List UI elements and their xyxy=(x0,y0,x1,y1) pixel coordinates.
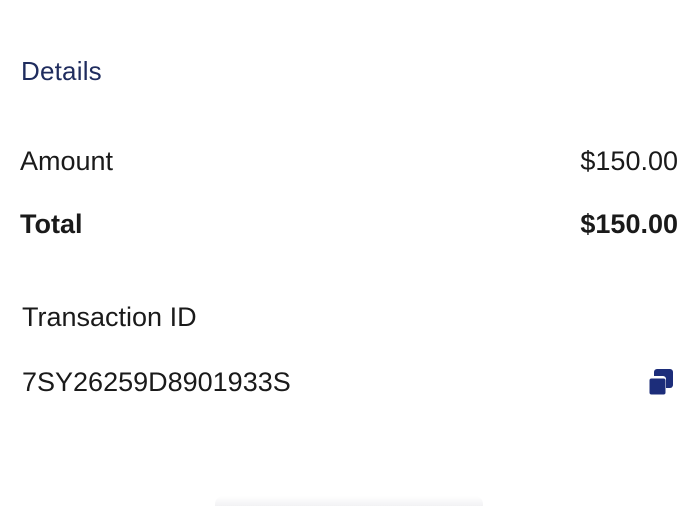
transaction-details-screen: Details Amount $150.00 Total $150.00 Tra… xyxy=(0,0,698,506)
transaction-id-label: Transaction ID xyxy=(22,302,197,332)
copy-button[interactable] xyxy=(643,365,677,399)
amount-value: $150.00 xyxy=(580,146,678,176)
total-value: $150.00 xyxy=(580,209,678,239)
details-heading: Details xyxy=(21,56,102,86)
sheet-edge xyxy=(215,496,483,506)
copy-icon xyxy=(647,369,673,395)
amount-label: Amount xyxy=(20,146,114,176)
transaction-id-value: 7SY26259D8901933S xyxy=(22,367,291,397)
total-row: Total $150.00 xyxy=(20,207,678,241)
amount-row: Amount $150.00 xyxy=(20,144,678,178)
transaction-id-row: 7SY26259D8901933S xyxy=(22,365,677,399)
total-label: Total xyxy=(20,209,83,239)
